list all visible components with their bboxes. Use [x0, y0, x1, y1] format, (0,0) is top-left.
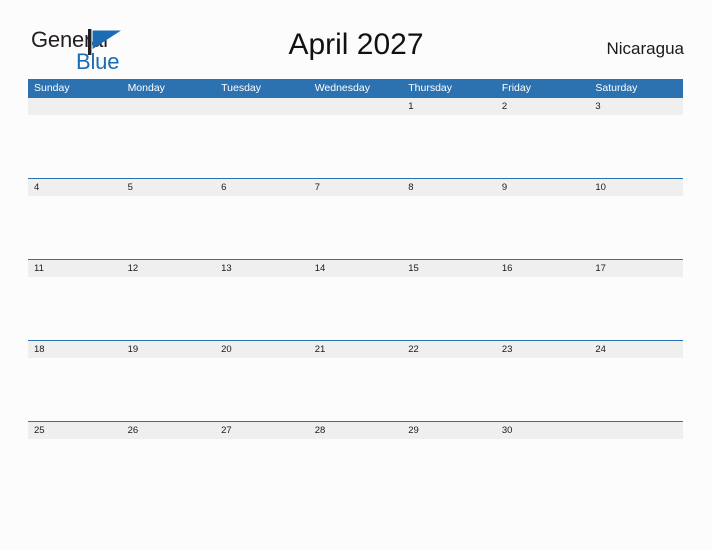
day-number[interactable]: 5 — [122, 179, 216, 196]
day-number[interactable]: 20 — [215, 341, 309, 358]
week-note-area[interactable] — [28, 439, 683, 502]
day-number[interactable] — [309, 98, 403, 115]
day-number[interactable] — [215, 98, 309, 115]
week-note-area[interactable] — [28, 196, 683, 259]
weekday-header-tuesday: Tuesday — [221, 82, 262, 94]
day-number[interactable]: 11 — [28, 260, 122, 277]
page-title: April 2027 — [288, 28, 424, 61]
day-number[interactable]: 19 — [122, 341, 216, 358]
week-row: 4 5 6 7 8 9 10 — [28, 178, 683, 259]
region-label: Nicaragua — [606, 39, 685, 58]
day-number[interactable]: 17 — [589, 260, 683, 277]
day-number[interactable]: 28 — [309, 422, 403, 439]
day-number[interactable]: 22 — [402, 341, 496, 358]
week-note-area[interactable] — [28, 115, 683, 178]
day-number[interactable]: 26 — [122, 422, 216, 439]
day-number[interactable]: 3 — [589, 98, 683, 115]
weekday-header-thursday: Thursday — [408, 82, 453, 94]
day-number[interactable]: 2 — [496, 98, 590, 115]
day-number[interactable]: 13 — [215, 260, 309, 277]
day-number[interactable]: 29 — [402, 422, 496, 439]
week-note-area[interactable] — [28, 277, 683, 340]
day-number[interactable]: 8 — [402, 179, 496, 196]
day-number[interactable]: 12 — [122, 260, 216, 277]
day-number[interactable]: 6 — [215, 179, 309, 196]
week-row: 25 26 27 28 29 30 — [28, 421, 683, 502]
week-row: 1 2 3 — [28, 97, 683, 178]
weekday-header-monday: Monday — [127, 82, 165, 94]
day-number[interactable] — [28, 98, 122, 115]
day-number[interactable]: 18 — [28, 341, 122, 358]
day-number[interactable]: 25 — [28, 422, 122, 439]
calendar-grid: Sunday Monday Tuesday Wednesday Thursday… — [28, 79, 683, 502]
weekday-header-row: Sunday Monday Tuesday Wednesday Thursday… — [28, 79, 683, 97]
week-day-number-band: 25 26 27 28 29 30 — [28, 421, 683, 439]
day-number[interactable]: 1 — [402, 98, 496, 115]
day-number[interactable] — [122, 98, 216, 115]
day-number[interactable]: 7 — [309, 179, 403, 196]
day-number[interactable]: 27 — [215, 422, 309, 439]
day-number[interactable]: 10 — [589, 179, 683, 196]
week-day-number-band: 4 5 6 7 8 9 10 — [28, 178, 683, 196]
week-day-number-band: 18 19 20 21 22 23 24 — [28, 340, 683, 358]
week-day-number-band: 1 2 3 — [28, 97, 683, 115]
week-day-number-band: 11 12 13 14 15 16 17 — [28, 259, 683, 277]
weekday-header-friday: Friday — [501, 82, 531, 94]
week-row: 18 19 20 21 22 23 24 — [28, 340, 683, 421]
week-row: 11 12 13 14 15 16 17 — [28, 259, 683, 340]
day-number[interactable]: 24 — [589, 341, 683, 358]
day-number[interactable]: 14 — [309, 260, 403, 277]
day-number[interactable]: 21 — [309, 341, 403, 358]
day-number[interactable] — [589, 422, 683, 439]
weekday-header-wednesday: Wednesday — [314, 82, 370, 94]
day-number[interactable]: 4 — [28, 179, 122, 196]
day-number[interactable]: 23 — [496, 341, 590, 358]
weekday-header-sunday: Sunday — [34, 82, 70, 94]
day-number[interactable]: 16 — [496, 260, 590, 277]
day-number[interactable]: 9 — [496, 179, 590, 196]
day-number[interactable]: 30 — [496, 422, 590, 439]
page-header: General Blue April 2027 Nicaragua — [0, 0, 712, 79]
week-note-area[interactable] — [28, 358, 683, 421]
day-number[interactable]: 15 — [402, 260, 496, 277]
weekday-header-saturday: Saturday — [595, 82, 638, 94]
